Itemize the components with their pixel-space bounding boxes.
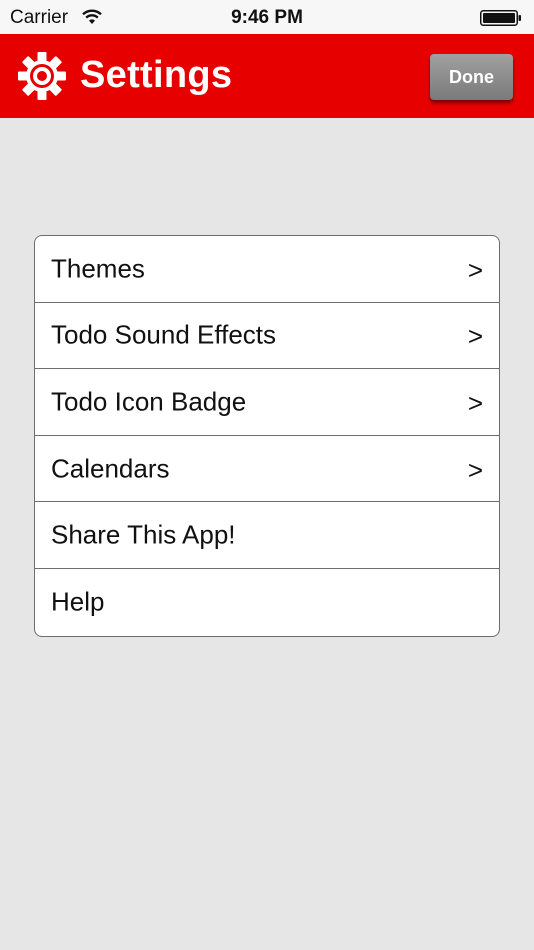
- battery-icon: [480, 10, 521, 26]
- done-button[interactable]: Done: [430, 54, 513, 100]
- settings-list: Themes > Todo Sound Effects > Todo Icon …: [34, 235, 500, 637]
- header-bar: Settings Done: [0, 34, 534, 118]
- settings-item-label: Calendars: [51, 453, 170, 484]
- settings-item-label: Help: [51, 586, 105, 617]
- status-time: 9:46 PM: [231, 7, 303, 28]
- settings-item-label: Themes: [51, 253, 145, 284]
- settings-item-label: Todo Sound Effects: [51, 319, 277, 350]
- settings-item-help[interactable]: Help: [35, 569, 499, 636]
- settings-item-share-this-app[interactable]: Share This App!: [35, 502, 499, 569]
- settings-item-label: Todo Icon Badge: [51, 386, 247, 417]
- chevron-right-icon: >: [467, 388, 483, 419]
- chevron-right-icon: >: [467, 254, 483, 285]
- settings-item-todo-sound-effects[interactable]: Todo Sound Effects >: [35, 303, 499, 370]
- status-bar: Carrier 9:46 PM: [0, 0, 534, 34]
- chevron-right-icon: >: [467, 454, 483, 485]
- settings-item-themes[interactable]: Themes >: [35, 236, 499, 303]
- gear-icon: [18, 52, 66, 100]
- page-title: Settings: [80, 54, 233, 96]
- settings-item-calendars[interactable]: Calendars >: [35, 436, 499, 503]
- chevron-right-icon: >: [467, 321, 483, 352]
- settings-item-todo-icon-badge[interactable]: Todo Icon Badge >: [35, 369, 499, 436]
- settings-item-label: Share This App!: [51, 519, 236, 550]
